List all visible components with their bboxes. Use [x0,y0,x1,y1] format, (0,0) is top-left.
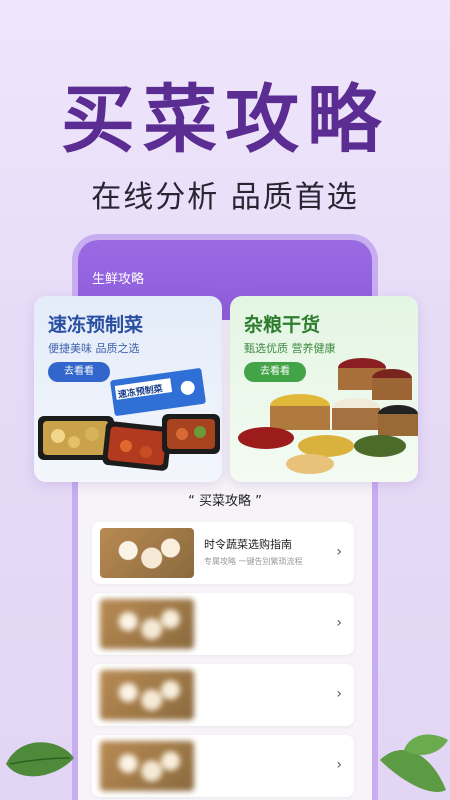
hero-subtitle: 在线分析 品质首选 [91,180,359,215]
article-title: 时令蔬菜选购指南 [204,538,292,551]
card-grains[interactable]: 杂粮干货 甄选优质 营养健康 去看看 [230,296,418,482]
grains-illustration [238,358,418,474]
eggs-thumbnail [100,528,194,578]
list-item[interactable]: › [92,664,354,726]
app-header-title: 生鲜攻略 [92,272,145,287]
eggs-thumbnail [100,599,194,649]
list-item[interactable]: 时令蔬菜选购指南 专属攻略 一键告别繁琐流程 › [92,522,354,584]
chevron-right-icon: › [336,757,342,773]
eggs-thumbnail [100,741,194,791]
eggs-thumbnail [100,670,194,720]
frozen-meal-illustration: 速冻预制菜 [38,368,220,471]
list-item[interactable]: › [92,593,354,655]
leaf-left-icon [6,742,74,777]
article-list: 时令蔬菜选购指南 专属攻略 一键告别繁琐流程 › › › › [92,522,354,800]
chevron-right-icon: › [336,544,342,560]
hero-title: 买菜攻略 [61,77,389,163]
chevron-right-icon: › [336,686,342,702]
leaf-right-icon [380,734,448,792]
list-item[interactable]: › [92,735,354,797]
section-title: “ 买菜攻略 ” [188,494,262,509]
card-frozen-food[interactable]: 速冻预制菜 便捷美味 品质之选 去看看 速冻预制菜 [34,296,222,482]
chevron-right-icon: › [336,615,342,631]
article-subtitle: 专属攻略 一键告别繁琐流程 [204,557,303,566]
